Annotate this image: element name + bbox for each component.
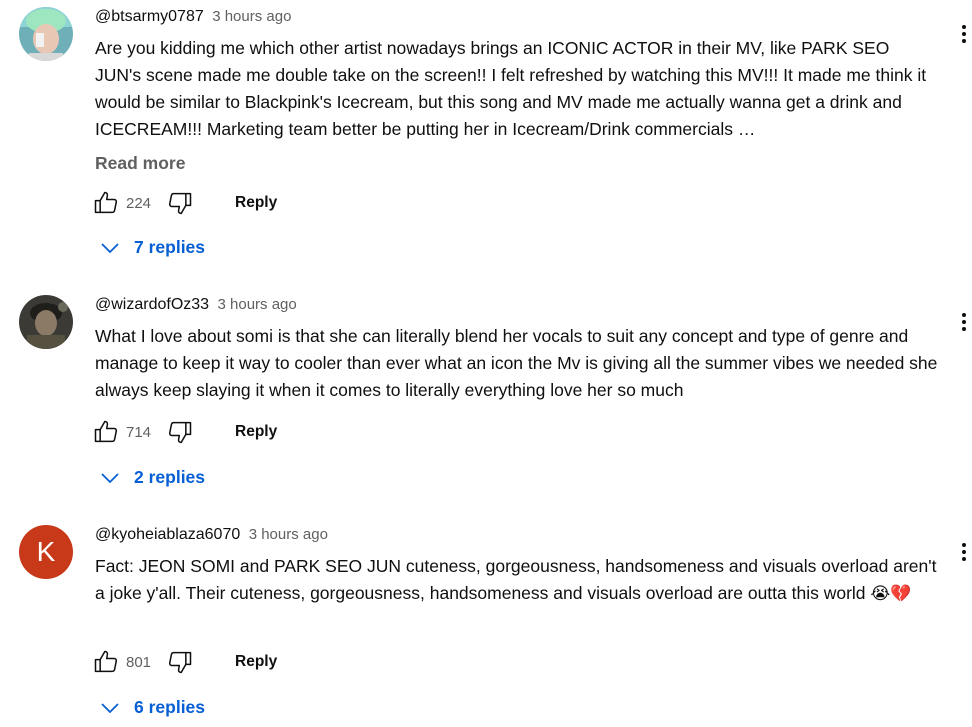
comment-actions: 224 Reply (92, 188, 277, 218)
avatar-letter: K (36, 536, 56, 567)
like-count: 224 (126, 194, 152, 212)
comment-header: @kyoheiablaza6070 3 hours ago (95, 526, 328, 544)
like-count: 801 (126, 653, 152, 671)
view-replies-button[interactable]: 2 replies (100, 467, 205, 488)
thumbs-up-icon[interactable] (92, 189, 120, 217)
like-count: 714 (126, 423, 152, 441)
reply-button[interactable]: Reply (235, 653, 277, 671)
reply-button[interactable]: Reply (235, 423, 277, 441)
replies-label: 6 replies (134, 697, 206, 717)
comment-text: Fact: JEON SOMI and PARK SEO JUN cutenes… (95, 553, 940, 608)
more-vert-icon[interactable] (956, 19, 972, 49)
comment-header: @btsarmy0787 3 hours ago (95, 8, 291, 26)
comment-text: Are you kidding me which other artist no… (95, 38, 927, 139)
reply-button[interactable]: Reply (235, 194, 277, 212)
chevron-down-icon (101, 702, 119, 713)
comment-author[interactable]: @wizardofOz33 (95, 296, 209, 313)
comment-author[interactable]: @kyoheiablaza6070 (95, 526, 240, 543)
replies-label: 7 replies (134, 237, 206, 257)
emoji: 😭💔 (870, 584, 912, 604)
comment-actions: 801 Reply (92, 647, 277, 677)
thumbs-up-icon[interactable] (92, 648, 120, 676)
avatar[interactable] (19, 295, 73, 349)
comment-header: @wizardofOz33 3 hours ago (95, 296, 297, 314)
comment-text-body: Fact: JEON SOMI and PARK SEO JUN cutenes… (95, 556, 937, 603)
more-vert-icon[interactable] (956, 307, 972, 337)
chevron-down-icon (101, 242, 119, 253)
comment-actions: 714 Reply (92, 417, 277, 447)
thumbs-up-icon[interactable] (92, 418, 120, 446)
comment-timestamp[interactable]: 3 hours ago (249, 526, 328, 543)
comment-timestamp[interactable]: 3 hours ago (218, 296, 297, 313)
thumbs-down-icon[interactable] (166, 418, 194, 446)
more-vert-icon[interactable] (956, 537, 972, 567)
view-replies-button[interactable]: 7 replies (100, 237, 205, 258)
thumbs-down-icon[interactable] (166, 648, 194, 676)
thumbs-down-icon[interactable] (166, 189, 194, 217)
comment-author[interactable]: @btsarmy0787 (95, 8, 204, 25)
comment-timestamp[interactable]: 3 hours ago (212, 8, 291, 25)
avatar[interactable]: K (19, 525, 73, 579)
comment-text: What I love about somi is that she can l… (95, 326, 938, 400)
view-replies-button[interactable]: 6 replies (100, 697, 205, 718)
chevron-down-icon (101, 472, 119, 483)
avatar[interactable] (19, 7, 73, 61)
replies-label: 2 replies (134, 467, 206, 487)
read-more-button[interactable]: Read more (95, 153, 185, 174)
